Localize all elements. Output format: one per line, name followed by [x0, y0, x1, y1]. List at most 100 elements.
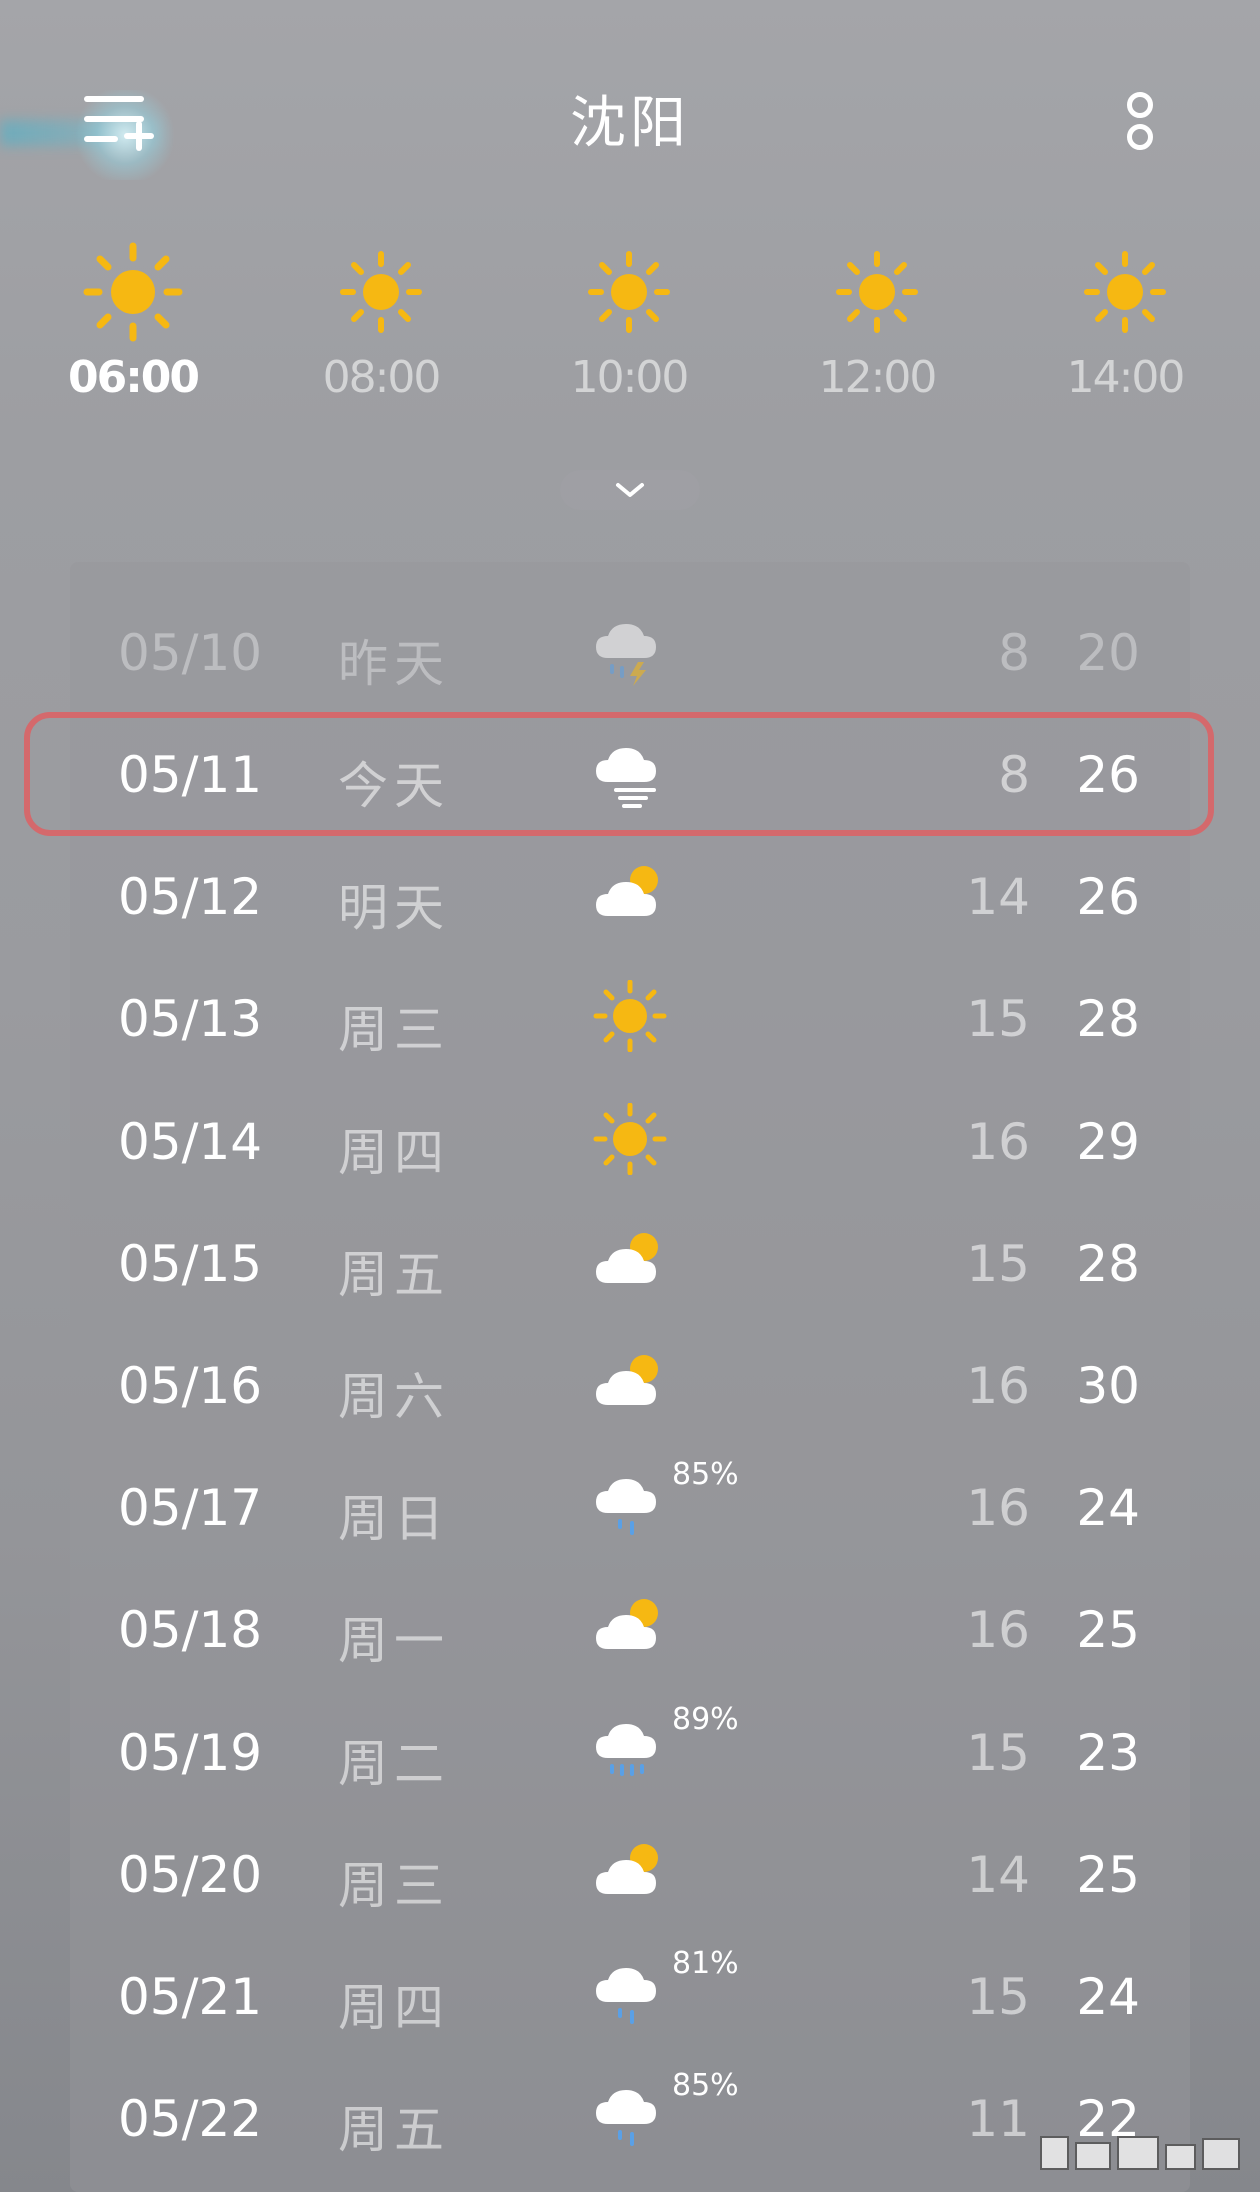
expand-hourly-button[interactable]: [560, 470, 700, 510]
low-temperature: 16: [966, 1479, 1030, 1538]
hour-time: 14:00: [1066, 352, 1186, 403]
forecast-date: 05/14: [118, 1112, 263, 1171]
hour-time: 08:00: [322, 352, 442, 403]
forecast-date: 05/13: [118, 990, 263, 1049]
forecast-day: 周二: [338, 1734, 450, 1793]
high-temperature: 24: [1076, 1968, 1140, 2026]
hour-item[interactable]: 08:00: [281, 240, 481, 420]
low-temperature: 15: [966, 990, 1030, 1049]
light-rain-icon: [590, 1958, 670, 2030]
forecast-date: 05/15: [118, 1234, 263, 1293]
forecast-day: 周三: [338, 1001, 450, 1060]
chevron-down-icon: [616, 483, 644, 497]
light-rain-icon: [590, 2080, 670, 2152]
low-temperature: 11: [966, 2090, 1030, 2149]
hour-time: 12:00: [818, 352, 938, 403]
high-temperature: 28: [1076, 1234, 1140, 1293]
plus-icon: [136, 121, 142, 151]
partly-cloudy-icon: [590, 1836, 670, 1908]
forecast-row[interactable]: 05/12 明天 14 26: [0, 832, 1260, 954]
high-temperature: 25: [1076, 1845, 1140, 1904]
forecast-date: 05/17: [118, 1479, 263, 1538]
forecast-day: 周日: [338, 1490, 450, 1549]
precipitation-probability: 81%: [672, 1946, 739, 1981]
today-highlight-frame: [24, 712, 1214, 836]
high-temperature: 30: [1076, 1357, 1140, 1415]
high-temperature: 26: [1076, 868, 1140, 927]
precipitation-probability: 85%: [672, 1457, 739, 1493]
precipitation-probability: 85%: [672, 2068, 739, 2104]
menu-line-icon: [84, 96, 144, 102]
sun-icon: [83, 242, 183, 342]
more-dot-icon: [1127, 92, 1153, 118]
low-temperature: 16: [966, 1601, 1030, 1660]
partly-cloudy-icon: [590, 858, 670, 930]
forecast-day: 周四: [338, 1979, 450, 2037]
forecast-day: 周三: [338, 1856, 450, 1915]
forecast-day: 周五: [338, 1245, 450, 1304]
forecast-day: 明天: [338, 879, 450, 938]
forecast-row[interactable]: 05/14 周四 16 29: [0, 1077, 1260, 1199]
high-temperature: 20: [1076, 623, 1140, 682]
forecast-date: 05/19: [118, 1723, 263, 1782]
low-temperature: 15: [966, 1723, 1030, 1782]
low-temperature: 8: [998, 623, 1030, 682]
hour-item[interactable]: 06:00: [33, 240, 233, 420]
forecast-row[interactable]: 05/16 周六 16 30: [0, 1321, 1260, 1443]
more-options-button[interactable]: [1120, 90, 1160, 160]
menu-line-icon: [84, 116, 144, 122]
high-temperature: 29: [1076, 1112, 1140, 1171]
sunny-icon: [590, 1102, 670, 1176]
city-title[interactable]: 沈阳: [480, 78, 780, 159]
sun-icon: [340, 251, 422, 333]
header: 沈阳: [0, 0, 1260, 230]
forecast-date: 05/16: [118, 1357, 263, 1415]
low-temperature: 15: [966, 1968, 1030, 2026]
hour-item[interactable]: 12:00: [777, 240, 977, 420]
partly-cloudy-icon: [590, 1591, 670, 1663]
forecast-date: 05/18: [118, 1601, 263, 1660]
hour-time: 10:00: [570, 352, 690, 403]
hour-time: 06:00: [67, 352, 200, 403]
sun-icon: [588, 251, 670, 333]
forecast-day: 周五: [338, 2101, 450, 2160]
more-dot-icon: [1127, 124, 1153, 150]
menu-line-icon: [84, 136, 118, 142]
hour-item[interactable]: 14:00: [1025, 240, 1225, 420]
low-temperature: 14: [966, 1845, 1030, 1904]
partly-cloudy-icon: [590, 1225, 670, 1297]
forecast-day: 昨天: [338, 634, 450, 693]
forecast-date: 05/22: [118, 2090, 263, 2149]
low-temperature: 16: [966, 1112, 1030, 1171]
thunder-shower-icon: [590, 614, 670, 686]
hour-item[interactable]: 10:00: [529, 240, 729, 420]
low-temperature: 14: [966, 868, 1030, 927]
high-temperature: 25: [1076, 1601, 1140, 1660]
forecast-row[interactable]: 05/17 周日 85% 16 24: [0, 1443, 1260, 1565]
forecast-row[interactable]: 05/10 昨天 8 20: [0, 588, 1260, 710]
high-temperature: 28: [1076, 990, 1140, 1049]
rain-icon: [590, 1714, 670, 1786]
high-temperature: 24: [1076, 1479, 1140, 1538]
forecast-date: 05/10: [118, 623, 263, 682]
high-temperature: 23: [1076, 1723, 1140, 1782]
forecast-date: 05/12: [118, 868, 263, 927]
forecast-row[interactable]: 05/21 周四 81% 15 24: [0, 1932, 1260, 2054]
low-temperature: 16: [966, 1357, 1030, 1415]
forecast-row[interactable]: 05/15 周五 15 28: [0, 1199, 1260, 1321]
partly-cloudy-icon: [590, 1347, 670, 1419]
forecast-row[interactable]: 05/18 周一 16 25: [0, 1565, 1260, 1687]
forecast-day: 周六: [338, 1368, 450, 1426]
light-rain-icon: [590, 1469, 670, 1541]
forecast-row[interactable]: 05/13 周三 15 28: [0, 954, 1260, 1076]
forecast-day: 周四: [338, 1123, 450, 1182]
add-city-menu-button[interactable]: [72, 90, 162, 162]
low-temperature: 15: [966, 1234, 1030, 1293]
forecast-date: 05/21: [118, 1968, 263, 2026]
forecast-row[interactable]: 05/20 周三 14 25: [0, 1810, 1260, 1932]
forecast-day: 周一: [338, 1612, 450, 1671]
precipitation-probability: 89%: [672, 1701, 739, 1737]
sunny-icon: [590, 979, 670, 1053]
forecast-row[interactable]: 05/19 周二 89% 15 23: [0, 1688, 1260, 1810]
hourly-forecast: 06:00 08:00 10:00 12:00 14:00: [0, 240, 1260, 420]
